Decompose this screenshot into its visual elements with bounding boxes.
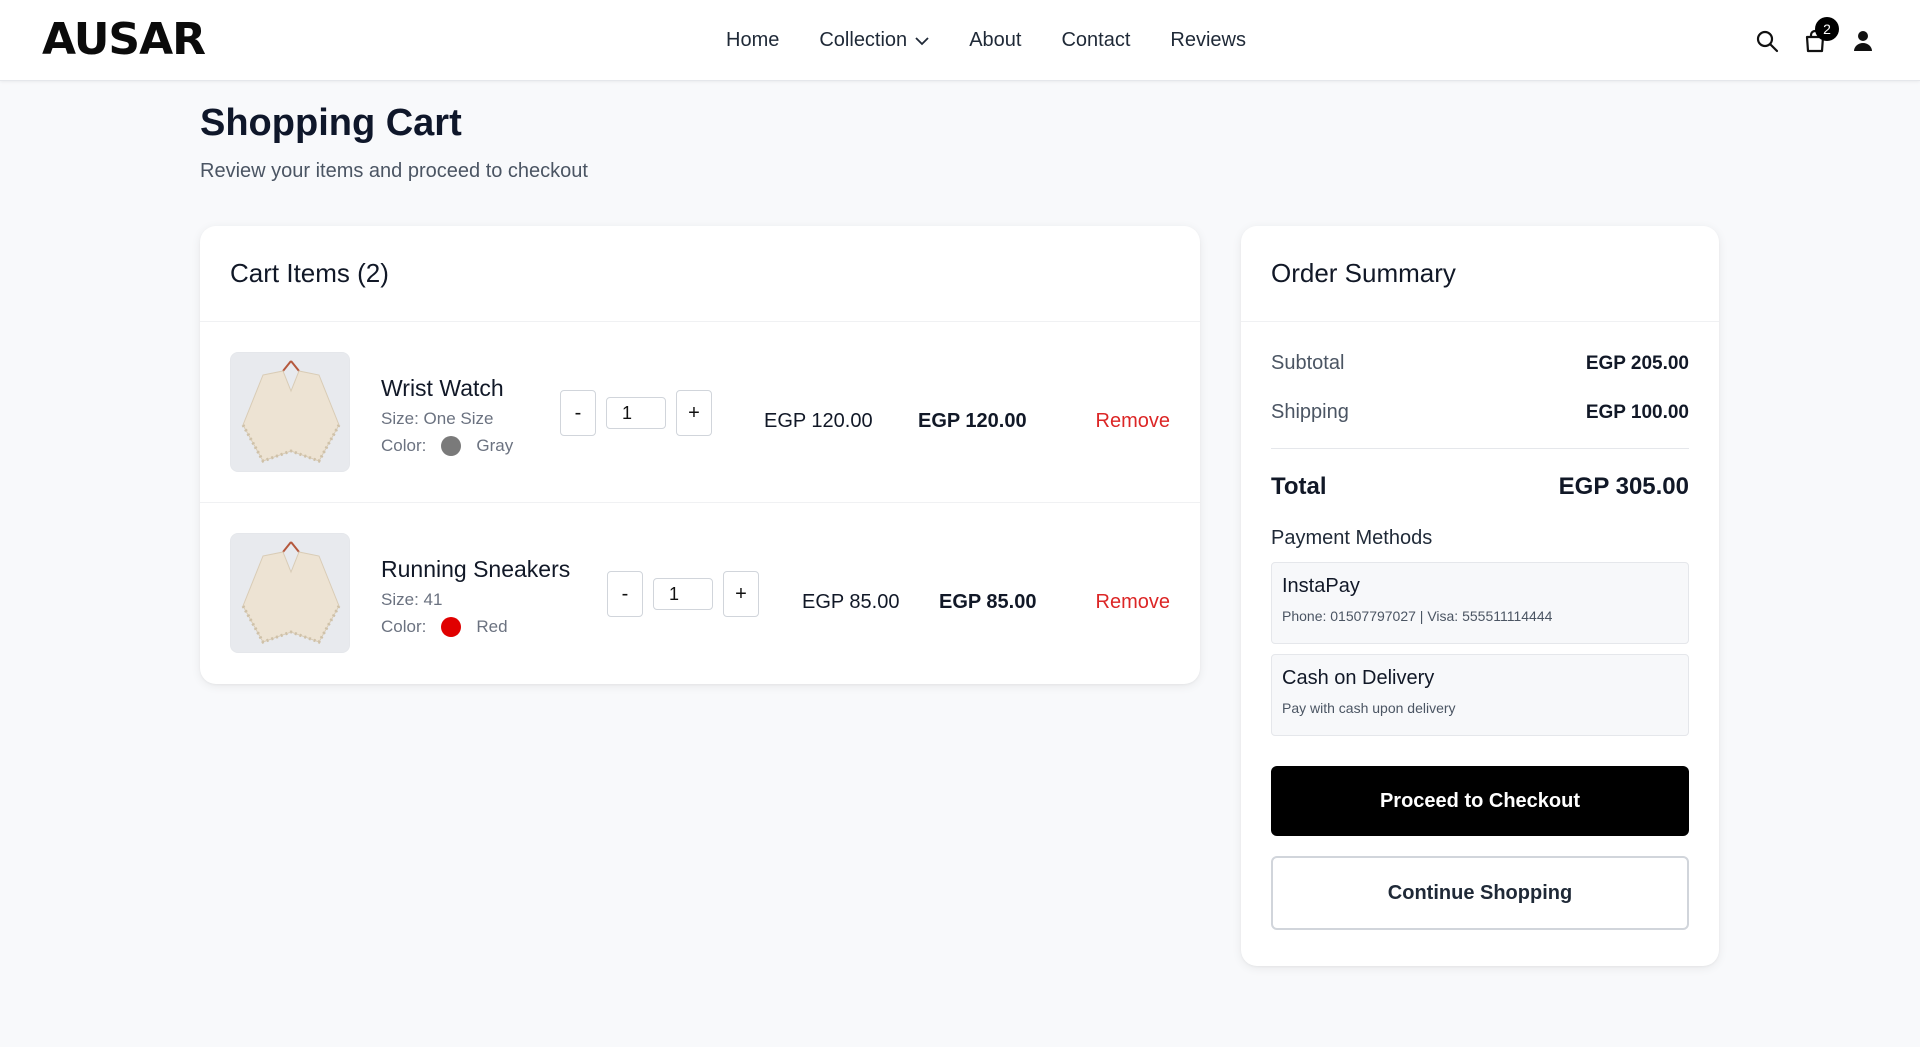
account-button[interactable]	[1850, 28, 1876, 54]
color-label: Color:	[381, 436, 427, 455]
product-size: Size: One Size	[381, 409, 494, 428]
increase-qty-button[interactable]: +	[723, 571, 759, 617]
payment-method-desc: Phone: 01507797027 | Visa: 555511114444	[1282, 608, 1553, 624]
quantity-stepper: - +	[607, 571, 759, 617]
nav-link-label: Collection	[819, 29, 908, 51]
sweater-image	[231, 353, 349, 471]
page-title: Shopping Cart	[200, 102, 462, 144]
line-total: EGP 120.00	[918, 410, 1027, 432]
proceed-to-checkout-button[interactable]: Proceed to Checkout	[1271, 766, 1689, 836]
color-label: Color:	[381, 617, 427, 636]
quantity-input[interactable]	[606, 397, 666, 429]
product-image[interactable]	[230, 533, 350, 653]
logo[interactable]: AUSAR	[42, 18, 206, 62]
cart-item: Running Sneakers Size: 41 Color: Red - +…	[200, 503, 1200, 684]
nav-link-contact[interactable]: Contact	[1061, 29, 1130, 52]
quantity-stepper: - +	[560, 390, 712, 436]
shipping-row: Shipping EGP 100.00	[1271, 401, 1689, 424]
total-label: Total	[1271, 473, 1327, 500]
unit-price: EGP 120.00	[764, 410, 873, 432]
navbar: AUSAR Home Collection About Contact Revi…	[0, 0, 1920, 81]
product-image[interactable]	[230, 352, 350, 472]
subtotal-label: Subtotal	[1271, 352, 1345, 374]
payment-method-instapay: InstaPay Phone: 01507797027 | Visa: 5555…	[1271, 562, 1689, 644]
nav-link-about[interactable]: About	[969, 29, 1021, 52]
decrease-qty-button[interactable]: -	[560, 390, 596, 436]
color-swatch	[441, 617, 462, 637]
payment-method-desc: Pay with cash upon delivery	[1282, 700, 1456, 716]
total-row: Total EGP 305.00	[1271, 473, 1689, 501]
nav-link-collection[interactable]: Collection	[819, 29, 929, 52]
unit-price: EGP 85.00	[802, 591, 900, 613]
color-name: Gray	[476, 436, 514, 455]
cart-items-card: Cart Items (2) Wrist Watch Size: One Siz…	[200, 226, 1200, 684]
cart-button[interactable]: 2	[1802, 16, 1839, 54]
search-button[interactable]	[1754, 28, 1780, 54]
nav-link-reviews[interactable]: Reviews	[1170, 29, 1246, 52]
product-color: Color: Red	[381, 617, 508, 637]
quantity-input[interactable]	[653, 578, 713, 610]
payment-method-name: InstaPay	[1282, 575, 1360, 597]
payment-methods-title: Payment Methods	[1271, 527, 1433, 549]
subtotal-value: EGP 205.00	[1585, 352, 1689, 374]
nav-link-label: About	[969, 29, 1022, 51]
product-size: Size: 41	[381, 590, 443, 609]
payment-method-name: Cash on Delivery	[1282, 667, 1435, 689]
sweater-image	[231, 534, 349, 652]
order-summary-card: Order Summary Subtotal EGP 205.00 Shippi…	[1241, 226, 1719, 966]
search-icon	[1756, 30, 1779, 52]
user-icon	[1854, 30, 1872, 51]
decrease-qty-button[interactable]: -	[607, 571, 643, 617]
color-name: Red	[476, 617, 508, 636]
nav-icons: 2	[1754, 0, 1876, 81]
increase-qty-button[interactable]: +	[676, 390, 712, 436]
nav-links: Home Collection About Contact Reviews	[726, 0, 1246, 81]
nav-link-home[interactable]: Home	[726, 29, 779, 52]
cart-items-heading: Cart Items (2)	[200, 226, 1200, 322]
shipping-label: Shipping	[1271, 401, 1349, 423]
product-color: Color: Gray	[381, 436, 513, 456]
cart-item: Wrist Watch Size: One Size Color: Gray -…	[200, 322, 1200, 503]
page-subtitle: Review your items and proceed to checkou…	[200, 160, 588, 182]
product-name[interactable]: Running Sneakers	[381, 556, 570, 583]
color-swatch	[441, 436, 462, 456]
nav-link-label: Home	[726, 29, 780, 51]
nav-link-label: Contact	[1061, 29, 1131, 51]
product-name[interactable]: Wrist Watch	[381, 375, 504, 402]
order-summary-heading: Order Summary	[1241, 226, 1719, 322]
shipping-value: EGP 100.00	[1585, 401, 1689, 423]
continue-shopping-button[interactable]: Continue Shopping	[1271, 856, 1689, 930]
remove-button[interactable]: Remove	[1096, 591, 1170, 614]
remove-button[interactable]: Remove	[1096, 410, 1170, 433]
total-value: EGP 305.00	[1558, 473, 1689, 500]
cart-count-badge: 2	[1815, 16, 1839, 41]
nav-link-label: Reviews	[1170, 29, 1246, 51]
order-summary-body: Subtotal EGP 205.00 Shipping EGP 100.00 …	[1241, 352, 1719, 930]
subtotal-row: Subtotal EGP 205.00	[1271, 352, 1689, 375]
payment-method-cod: Cash on Delivery Pay with cash upon deli…	[1271, 654, 1689, 736]
chevron-down-icon	[915, 36, 929, 45]
summary-divider	[1271, 448, 1689, 449]
line-total: EGP 85.00	[939, 591, 1037, 613]
